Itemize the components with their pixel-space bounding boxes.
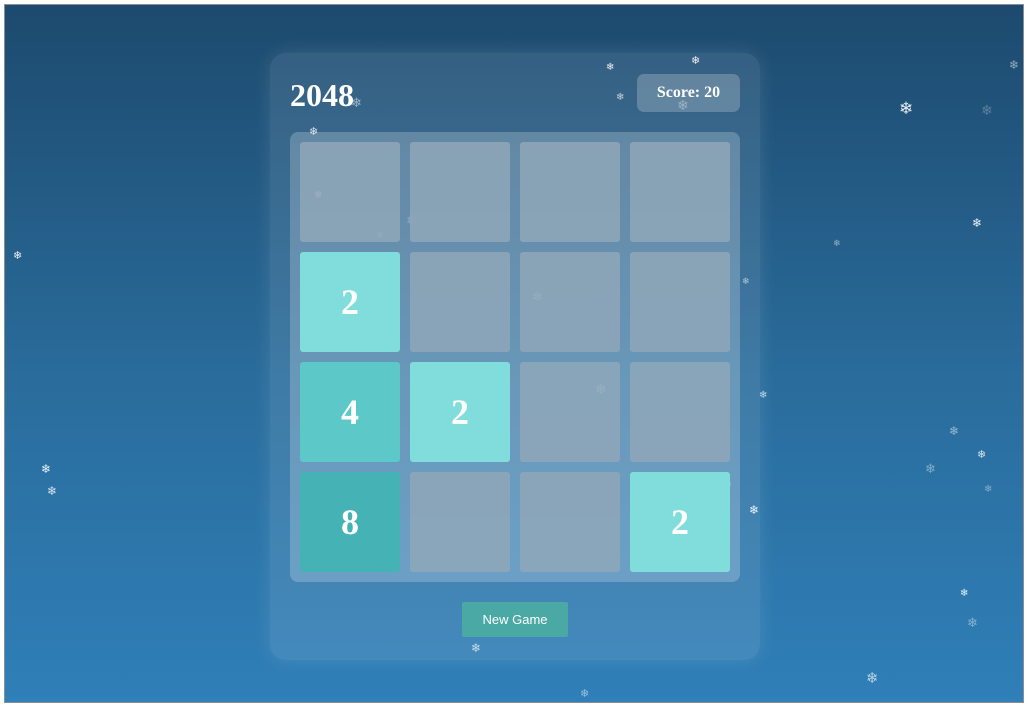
snowflake-icon: ❄: [981, 103, 993, 119]
tile-empty: [520, 252, 620, 352]
snowflake-icon: ❄: [977, 448, 987, 461]
snowflake-icon: ❄: [759, 390, 768, 401]
snowflake-icon: ❄: [949, 424, 960, 438]
tile-empty: [630, 252, 730, 352]
game-viewport: ❄❄❄❄❄❄❄❄❄❄❄❄❄❄❄❄❄❄❄❄❄❄❄❄❄❄❄❄❄❄❄❄ 2048 Sc…: [4, 4, 1024, 703]
game-board: 24282: [290, 132, 740, 582]
tile-empty: [520, 472, 620, 572]
snowflake-icon: ❄: [41, 462, 52, 476]
snowflake-icon: ❄: [1009, 58, 1020, 72]
tile-empty: [630, 362, 730, 462]
tile-2: 2: [300, 252, 400, 352]
tile-2: 2: [630, 472, 730, 572]
tile-empty: [300, 142, 400, 242]
snowflake-icon: ❄: [47, 484, 58, 498]
tile-empty: [520, 362, 620, 462]
snowflake-icon: ❄: [899, 99, 914, 119]
tile-empty: [410, 142, 510, 242]
tile-2: 2: [410, 362, 510, 462]
tile-empty: [520, 142, 620, 242]
snowflake-icon: ❄: [866, 669, 879, 687]
tile-8: 8: [300, 472, 400, 572]
snowflake-icon: ❄: [967, 616, 978, 631]
game-container: 2048 Score: 20 24282 New Game: [270, 53, 760, 660]
snowflake-icon: ❄: [833, 239, 841, 249]
snowflake-icon: ❄: [960, 588, 969, 599]
snowflake-icon: ❄: [972, 216, 983, 230]
tile-4: 4: [300, 362, 400, 462]
new-game-button[interactable]: New Game: [462, 602, 568, 637]
snowflake-icon: ❄: [13, 249, 23, 262]
score-display: Score: 20: [637, 74, 740, 112]
game-title: 2048: [290, 77, 354, 113]
tile-empty: [630, 142, 730, 242]
snowflake-icon: ❄: [984, 484, 993, 495]
tile-empty: [410, 472, 510, 572]
snowflake-icon: ❄: [925, 462, 936, 477]
snowflake-icon: ❄: [580, 687, 590, 700]
tile-empty: [410, 252, 510, 352]
